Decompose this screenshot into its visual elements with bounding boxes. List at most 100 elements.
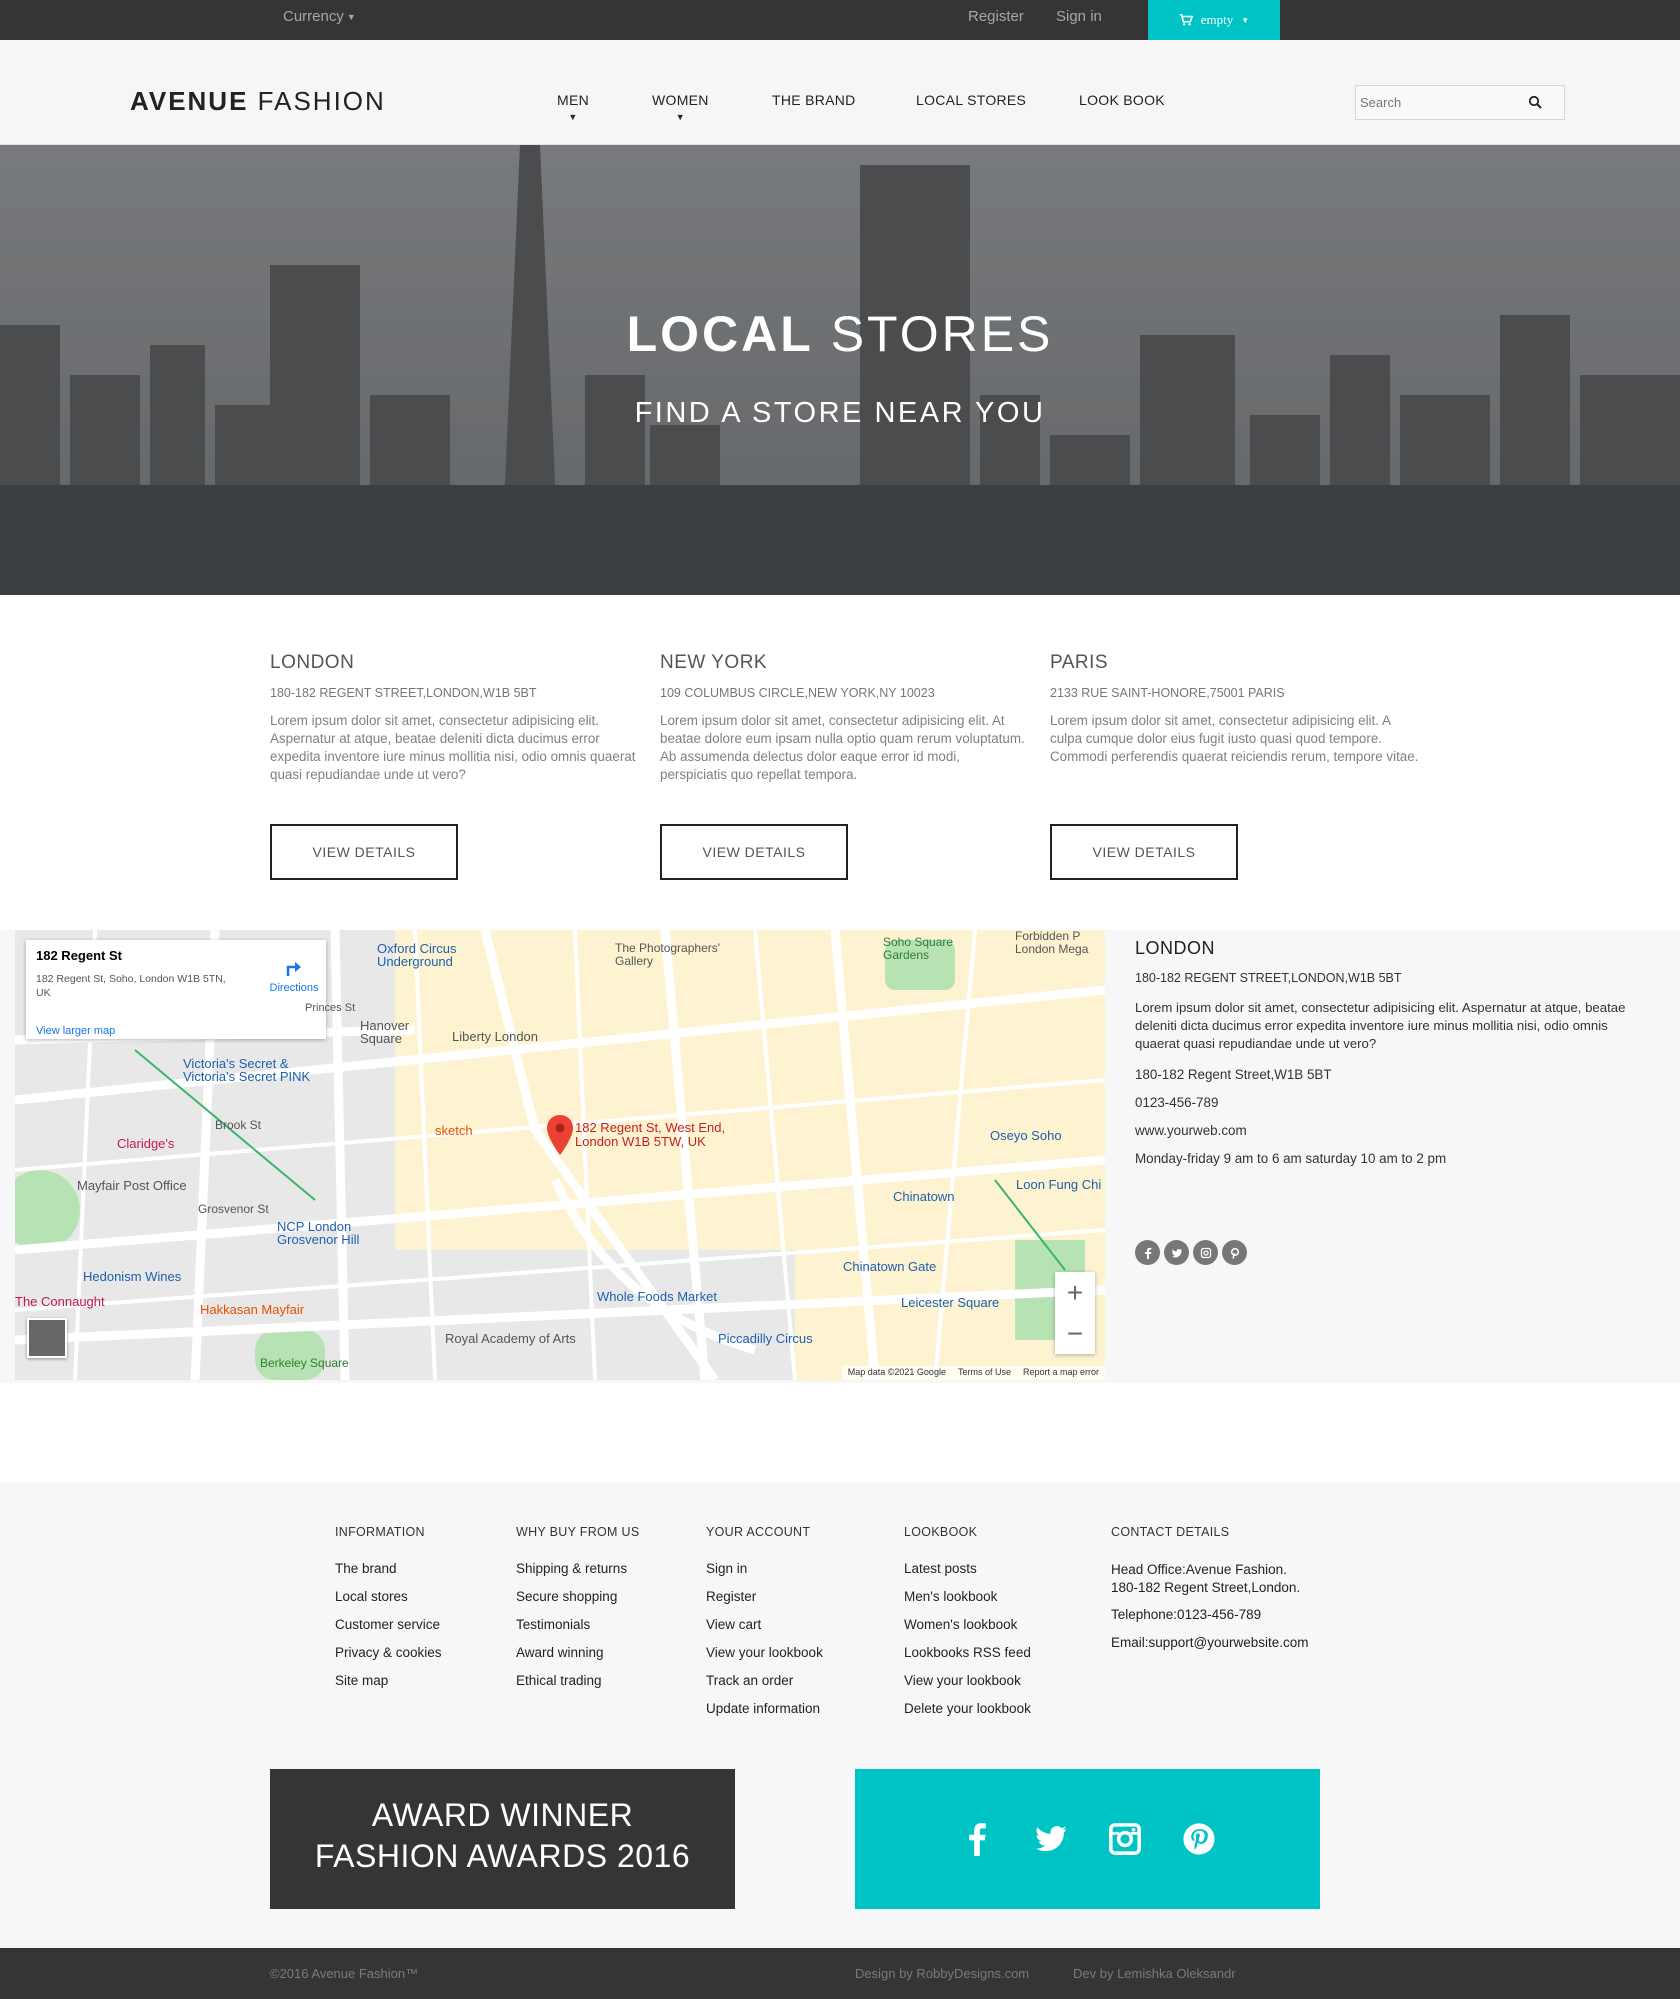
map-section: 182 Regent St 182 Regent St, Soho, Londo… [0,930,1680,1383]
map-label: Chinatown Gate [843,1259,937,1274]
map-label: NCP London Grosvenor Hill [277,1219,360,1247]
nav-men[interactable]: MEN ▼ [557,92,589,122]
instagram-icon[interactable] [1193,1240,1218,1265]
signin-link[interactable]: Sign in [1056,8,1102,25]
footer-link[interactable]: Track an order [706,1673,823,1701]
map-place-title: 182 Regent St [36,948,122,963]
map-label: Leicester Square [901,1295,1000,1310]
search-input[interactable] [1356,86,1516,119]
contact-office-line1: Head Office:Avenue Fashion. [1111,1562,1287,1577]
top-bar: Currency ▼ Register Sign in empty ▼ [0,0,1680,40]
footer-link[interactable]: View your lookbook [904,1673,1031,1701]
twitter-icon[interactable] [1164,1240,1189,1265]
map-terms-link[interactable]: Terms of Use [958,1367,1011,1379]
contact-office-line2: 180-182 Regent Street,London. [1111,1580,1301,1595]
footer-column-why-buy: WHY BUY FROM US Shipping & returns Secur… [516,1525,640,1701]
zoom-in-button[interactable]: + [1055,1272,1095,1313]
footer-link[interactable]: Latest posts [904,1561,1031,1589]
city-skyline-image [0,145,1680,595]
zoom-out-button[interactable]: − [1055,1313,1095,1354]
twitter-icon[interactable] [1034,1822,1068,1856]
footer-link[interactable]: Update information [706,1701,823,1729]
pinterest-icon[interactable] [1182,1822,1216,1856]
map-label: Liberty London [452,1029,539,1044]
footer-link[interactable]: Lookbooks RSS feed [904,1645,1031,1673]
currency-dropdown[interactable]: Currency ▼ [283,8,356,25]
footer-link[interactable]: Site map [335,1673,442,1701]
map-label: Princes St [305,1002,356,1014]
contact-phone: Telephone:0123-456-789 [1111,1607,1262,1622]
map-zoom-controls: + − [1055,1272,1095,1354]
caret-down-icon: ▼ [346,12,356,23]
site-logo[interactable]: AVENUE FASHION [130,86,386,117]
footer-link[interactable]: Men's lookbook [904,1589,1031,1617]
dev-credit-link[interactable]: Dev by Lemishka Oleksandr [1073,1966,1236,1981]
nav-women[interactable]: WOMEN ▼ [652,92,709,122]
footer-link[interactable]: Shipping & returns [516,1561,640,1589]
map-pin-icon[interactable] [547,1115,573,1155]
map-place-card: 182 Regent St 182 Regent St, Soho, Londo… [26,940,326,1039]
footer-link[interactable]: Delete your lookbook [904,1701,1031,1729]
hero-banner: LOCAL STORES FIND A STORE NEAR YOU [0,145,1680,595]
map-report-link[interactable]: Report a map error [1023,1367,1099,1379]
copyright-text: ©2016 Avenue Fashion™ [270,1966,419,1981]
satellite-toggle-icon[interactable] [27,1318,67,1358]
logo-bold: AVENUE [130,86,249,116]
map-label: Hanover Square [360,1018,410,1046]
cart-button[interactable]: empty ▼ [1148,0,1280,40]
map-label: Grosvenor St [198,1202,269,1216]
directions-button[interactable]: Directions [264,958,324,994]
footer-link[interactable]: Sign in [706,1561,823,1589]
cart-icon [1179,13,1193,26]
nav-look-book[interactable]: LOOK BOOK [1079,92,1165,108]
nav-women-label: WOMEN [652,92,709,108]
facebook-icon[interactable] [960,1822,994,1856]
footer-link[interactable]: View cart [706,1617,823,1645]
search-icon[interactable] [1528,95,1542,109]
footer-column-account: YOUR ACCOUNT Sign in Register View cart … [706,1525,823,1729]
footer-link[interactable]: Privacy & cookies [335,1645,442,1673]
map-attribution: Map data ©2021 Google [847,1367,946,1377]
pinterest-icon[interactable] [1222,1240,1247,1265]
footer-link[interactable]: View your lookbook [706,1645,823,1673]
search-box [1355,85,1565,120]
store-city: LONDON [270,652,355,673]
facebook-icon[interactable] [1135,1240,1160,1265]
footer-link[interactable]: The brand [335,1561,442,1589]
contact-email[interactable]: Email:support@yourwebsite.com [1111,1635,1309,1663]
bottom-bar: ©2016 Avenue Fashion™ Design by RobbyDes… [0,1948,1680,1999]
footer-heading: LOOKBOOK [904,1525,978,1539]
map-label: Soho Square Gardens [883,935,954,962]
view-details-button-london[interactable]: VIEW DETAILS [270,824,458,880]
embedded-map[interactable]: 182 Regent St 182 Regent St, Soho, Londo… [15,930,1105,1380]
store-card-paris: PARIS 2133 RUE SAINT-HONORE,75001 PARIS … [1050,652,1420,766]
map-store-web[interactable]: www.yourweb.com [1135,1123,1655,1141]
map-label: Whole Foods Market [597,1289,717,1304]
footer-heading: CONTACT DETAILS [1111,1525,1230,1539]
footer-link[interactable]: Register [706,1589,823,1617]
award-line2: FASHION AWARDS 2016 [314,1838,691,1874]
map-label: Victoria's Secret & Victoria's Secret PI… [183,1056,311,1084]
design-credit-link[interactable]: Design by RobbyDesigns.com [855,1966,1029,1981]
map-label: Brook St [215,1118,262,1132]
footer-heading: YOUR ACCOUNT [706,1525,811,1539]
view-details-button-new-york[interactable]: VIEW DETAILS [660,824,848,880]
footer-link[interactable]: Secure shopping [516,1589,640,1617]
footer-link[interactable]: Women's lookbook [904,1617,1031,1645]
footer-link[interactable]: Customer service [335,1617,442,1645]
footer-link[interactable]: Ethical trading [516,1673,640,1701]
view-details-button-paris[interactable]: VIEW DETAILS [1050,824,1238,880]
nav-the-brand[interactable]: THE BRAND [772,92,856,108]
footer-link[interactable]: Local stores [335,1589,442,1617]
footer-column-lookbook: LOOKBOOK Latest posts Men's lookbook Wom… [904,1525,1031,1729]
footer-link[interactable]: Award winning [516,1645,640,1673]
map-label: Hakkasan Mayfair [200,1302,305,1317]
map-store-phone: 0123-456-789 [1135,1095,1219,1110]
map-label: sketch [435,1123,473,1138]
footer-link[interactable]: Testimonials [516,1617,640,1645]
instagram-icon[interactable] [1108,1822,1142,1856]
view-larger-map-link[interactable]: View larger map [36,1025,115,1037]
hero-title: LOCAL STORES [0,305,1680,363]
register-link[interactable]: Register [968,8,1024,25]
nav-local-stores[interactable]: LOCAL STORES [916,92,1026,108]
